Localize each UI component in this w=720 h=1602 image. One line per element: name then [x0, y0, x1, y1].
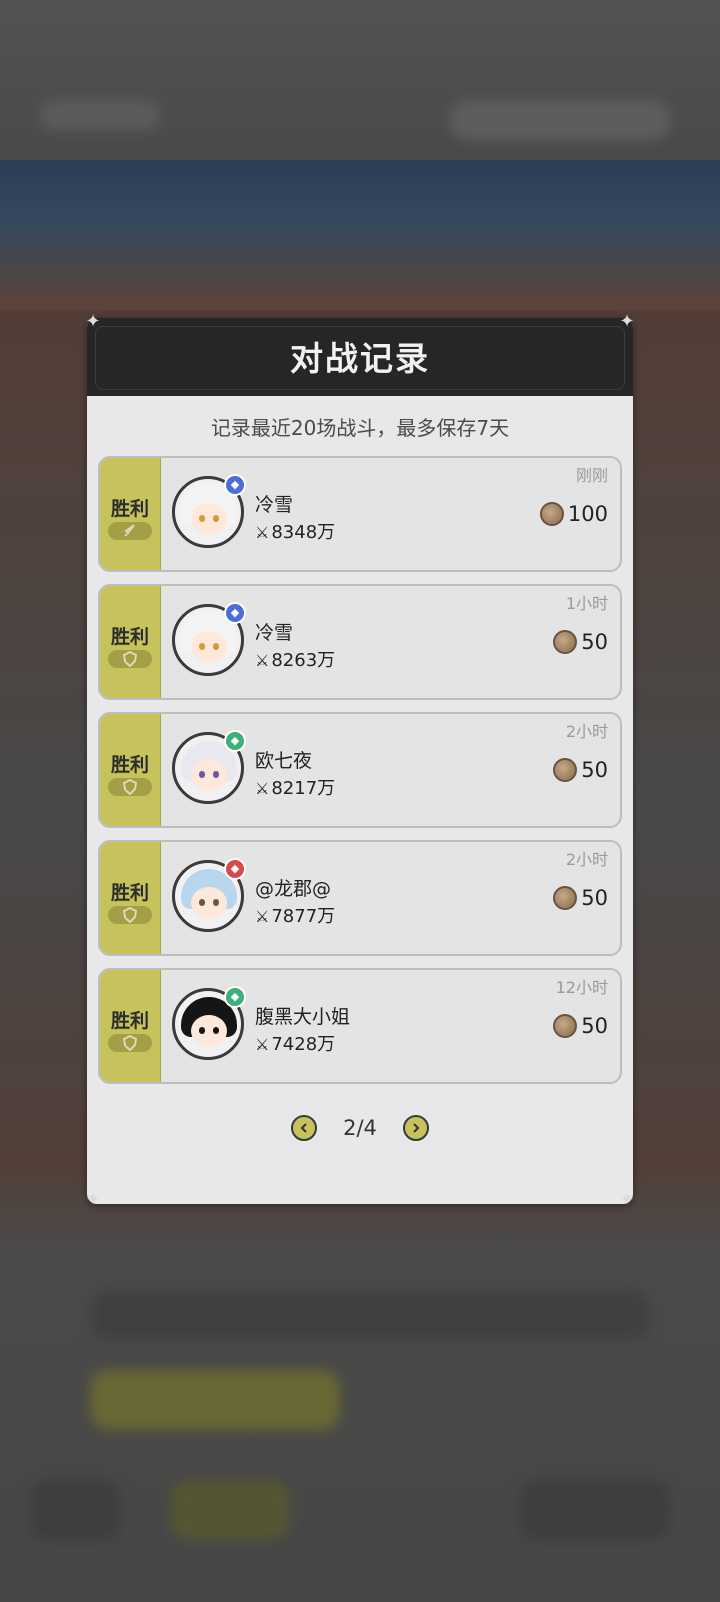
reward-amount: 50	[581, 1014, 608, 1038]
element-badge-icon: ◆	[224, 986, 246, 1008]
reward: 50	[553, 630, 608, 654]
dialog-subtitle: 记录最近20场战斗，最多保存7天	[210, 416, 510, 440]
pagination: 2/4	[87, 1108, 633, 1148]
record-row[interactable]: 胜利 ◆ 欧七夜 ⚔ 8217万 2小时 50	[98, 712, 622, 828]
result-tag: 胜利	[100, 458, 161, 570]
page-indicator: 2/4	[343, 1116, 377, 1140]
dialog-title: 对战记录	[290, 339, 430, 378]
opponent-name: 欧七夜	[255, 750, 313, 772]
crossed-swords-icon: ⚔	[255, 779, 270, 798]
chevron-right-icon	[413, 1123, 420, 1133]
record-row[interactable]: 胜利 ◆ 冷雪 ⚔ 8263万 1小时 50	[98, 584, 622, 700]
dialog-header: 对战记录	[87, 318, 633, 396]
reward: 50	[553, 758, 608, 782]
record-time: 2小时	[565, 850, 608, 869]
reward-amount: 50	[581, 886, 608, 910]
coin-icon	[553, 886, 578, 910]
opponent-name: 腹黑大小姐	[255, 1006, 351, 1028]
element-badge-icon: ◆	[224, 730, 246, 752]
crossed-swords-icon: ⚔	[255, 1035, 270, 1054]
shield-icon	[122, 779, 138, 795]
power-value: 7428万	[271, 1034, 336, 1055]
battle-type-pill	[108, 778, 152, 796]
coin-icon	[539, 502, 564, 526]
shield-icon	[122, 907, 138, 923]
result-tag: 胜利	[100, 842, 161, 954]
result-label: 胜利	[110, 1010, 149, 1032]
battle-type-pill	[108, 1034, 152, 1052]
opponent-power: ⚔ 7428万	[255, 1030, 335, 1056]
crossed-swords-icon: ⚔	[255, 651, 270, 670]
shield-icon	[122, 1035, 138, 1051]
record-time: 刚刚	[575, 466, 608, 485]
corner-ornament-icon: ✦	[619, 1189, 635, 1210]
power-value: 8217万	[271, 778, 336, 799]
coin-icon	[553, 1014, 578, 1038]
chevron-left-icon	[300, 1123, 307, 1133]
next-page-button[interactable]	[402, 1115, 429, 1141]
record-row[interactable]: 胜利 ◆ 冷雪 ⚔ 8348万 刚刚 100	[98, 456, 622, 572]
reward: 50	[553, 886, 608, 910]
element-badge-icon: ◆	[224, 602, 246, 624]
battle-type-pill	[108, 650, 152, 668]
result-label: 胜利	[110, 498, 149, 520]
corner-ornament-icon: ✦	[619, 311, 635, 332]
opponent-power: ⚔ 7877万	[255, 902, 335, 928]
record-row[interactable]: 胜利 ◆ 腹黑大小姐 ⚔ 7428万 12小时 50	[98, 968, 622, 1084]
opponent-power: ⚔ 8217万	[255, 774, 335, 800]
coin-icon	[553, 630, 578, 654]
result-tag: 胜利	[100, 586, 161, 698]
shield-icon	[122, 651, 138, 667]
record-time: 12小时	[555, 978, 608, 997]
record-list: 胜利 ◆ 冷雪 ⚔ 8348万 刚刚 100 胜利 ◆ 冷雪 ⚔ 8263万 1…	[98, 456, 622, 1096]
record-time: 2小时	[565, 722, 608, 741]
element-badge-icon: ◆	[224, 858, 246, 880]
power-value: 8263万	[271, 650, 336, 671]
result-label: 胜利	[110, 626, 149, 648]
prev-page-button[interactable]	[291, 1115, 318, 1141]
opponent-name: 冷雪	[255, 622, 294, 644]
reward: 100	[539, 502, 608, 526]
battle-record-dialog: 对战记录 ✦ ✦ ✦ ✦ 记录最近20场战斗，最多保存7天 胜利 ◆ 冷雪 ⚔ 8…	[85, 312, 634, 1210]
reward: 50	[553, 1014, 608, 1038]
result-tag: 胜利	[100, 970, 161, 1082]
corner-ornament-icon: ✦	[85, 311, 101, 332]
result-label: 胜利	[110, 882, 149, 904]
result-tag: 胜利	[100, 714, 161, 826]
opponent-power: ⚔ 8348万	[255, 518, 335, 544]
battle-type-pill	[108, 906, 152, 924]
power-value: 8348万	[271, 522, 336, 543]
crossed-swords-icon: ⚔	[255, 523, 270, 542]
battle-type-pill	[108, 522, 152, 540]
record-row[interactable]: 胜利 ◆ @龙郡@ ⚔ 7877万 2小时 50	[98, 840, 622, 956]
opponent-name: @龙郡@	[255, 878, 332, 900]
opponent-name: 冷雪	[255, 494, 294, 516]
coin-icon	[553, 758, 578, 782]
power-value: 7877万	[271, 906, 336, 927]
element-badge-icon: ◆	[224, 474, 246, 496]
opponent-power: ⚔ 8263万	[255, 646, 335, 672]
crossed-swords-icon: ⚔	[255, 907, 270, 926]
corner-ornament-icon: ✦	[85, 1189, 101, 1210]
result-label: 胜利	[110, 754, 149, 776]
reward-amount: 50	[581, 630, 608, 654]
reward-amount: 50	[581, 758, 608, 782]
record-time: 1小时	[565, 594, 608, 613]
sword-icon	[124, 524, 135, 537]
reward-amount: 100	[567, 502, 608, 526]
